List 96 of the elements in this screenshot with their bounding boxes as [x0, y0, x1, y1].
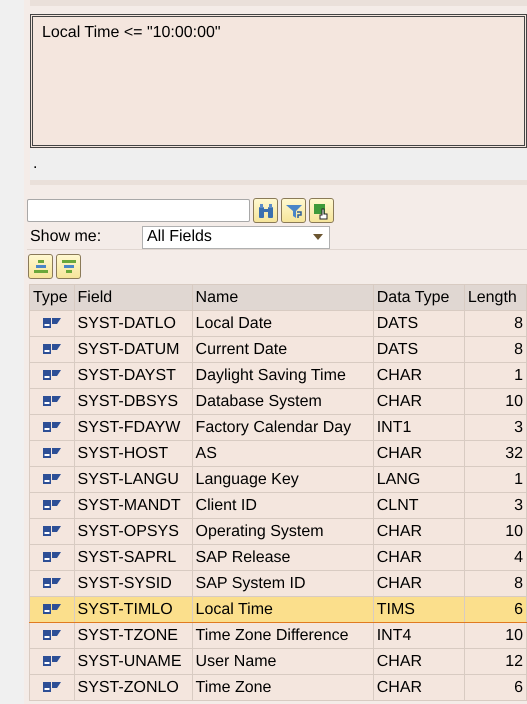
data-type-cell: INT4	[373, 622, 464, 648]
field-cell: SYST-LANGU	[74, 466, 192, 492]
data-type-cell: CHAR	[373, 440, 464, 466]
data-type-cell: CHAR	[373, 674, 464, 700]
name-cell: AS	[192, 440, 374, 466]
field-cell: SYST-DATLO	[74, 310, 192, 336]
status-text: .	[33, 154, 38, 174]
field-type-icon	[42, 344, 61, 354]
name-cell: SAP System ID	[192, 570, 374, 596]
condition-text: Local Time <= "10:00:00"	[42, 24, 221, 41]
field-type-icon	[42, 630, 61, 640]
field-cell: SYST-HOST	[74, 440, 192, 466]
length-cell: 10	[464, 388, 526, 414]
name-cell: Local Date	[192, 310, 374, 336]
field-type-icon	[42, 448, 61, 458]
data-type-cell: CLNT	[373, 492, 464, 518]
field-cell: SYST-ZONLO	[74, 674, 192, 700]
length-cell: 4	[464, 544, 526, 570]
layout-bars-icon	[32, 258, 50, 276]
name-cell: Time Zone	[192, 674, 374, 700]
column-header[interactable]: Type	[30, 284, 74, 310]
name-cell: Client ID	[192, 492, 374, 518]
data-type-cell: CHAR	[373, 570, 464, 596]
data-type-cell: TIMS	[373, 596, 464, 622]
filter-button[interactable]	[281, 198, 306, 223]
field-type-icon	[42, 552, 61, 562]
data-type-cell: DATS	[373, 336, 464, 362]
name-cell: Factory Calendar Day	[192, 414, 374, 440]
field-cell: SYST-UNAME	[74, 648, 192, 674]
data-type-cell: CHAR	[373, 388, 464, 414]
field-type-icon	[42, 370, 61, 380]
field-type-icon	[42, 656, 61, 666]
length-cell: 1	[464, 466, 526, 492]
data-type-cell: CHAR	[373, 648, 464, 674]
length-cell: 12	[464, 648, 526, 674]
field-cell: SYST-DBSYS	[74, 388, 192, 414]
field-cell: SYST-SYSID	[74, 570, 192, 596]
collapse-button[interactable]	[56, 254, 81, 279]
field-type-icon	[42, 422, 61, 432]
layout-bars-icon	[60, 258, 78, 276]
name-cell: Time Zone Difference	[192, 622, 374, 648]
expand-button[interactable]	[28, 254, 53, 279]
select-button[interactable]	[309, 198, 334, 223]
data-type-cell: CHAR	[373, 544, 464, 570]
dropdown-caret-icon	[313, 234, 323, 240]
name-cell: Database System	[192, 388, 374, 414]
name-cell: User Name	[192, 648, 374, 674]
length-cell: 6	[464, 674, 526, 700]
field-type-icon	[42, 474, 61, 484]
length-cell: 8	[464, 336, 526, 362]
length-cell: 32	[464, 440, 526, 466]
field-type-icon	[42, 682, 61, 692]
dropdown-value: All Fields	[147, 227, 212, 247]
search-field[interactable]	[27, 199, 250, 222]
find-button[interactable]	[253, 198, 278, 223]
length-cell: 3	[464, 414, 526, 440]
data-type-cell: CHAR	[373, 362, 464, 388]
data-type-cell: DATS	[373, 310, 464, 336]
field-cell: SYST-SAPRL	[74, 544, 192, 570]
field-cell: SYST-FDAYW	[74, 414, 192, 440]
field-cell: SYST-TIMLO	[74, 596, 192, 622]
field-type-icon	[42, 526, 61, 536]
field-type-icon	[42, 604, 61, 614]
binoculars-icon	[256, 202, 274, 220]
column-header[interactable]: Length	[464, 284, 526, 310]
column-header[interactable]: Data Type	[373, 284, 464, 310]
length-cell: 10	[464, 518, 526, 544]
field-type-icon	[42, 500, 61, 510]
length-cell: 3	[464, 492, 526, 518]
field-cell: SYST-DAYST	[74, 362, 192, 388]
show-me-dropdown[interactable]: All Fields	[142, 226, 330, 248]
name-cell: Operating System	[192, 518, 374, 544]
name-cell: Language Key	[192, 466, 374, 492]
length-cell: 8	[464, 570, 526, 596]
length-cell: 1	[464, 362, 526, 388]
name-cell: Daylight Saving Time	[192, 362, 374, 388]
data-type-cell: LANG	[373, 466, 464, 492]
name-cell: Current Date	[192, 336, 374, 362]
data-type-cell: CHAR	[373, 518, 464, 544]
field-cell: SYST-MANDT	[74, 492, 192, 518]
length-cell: 8	[464, 310, 526, 336]
length-cell: 6	[464, 596, 526, 622]
column-header[interactable]: Name	[192, 284, 374, 310]
field-cell: SYST-DATUM	[74, 336, 192, 362]
length-cell: 10	[464, 622, 526, 648]
show-me-label: Show me:	[29, 227, 102, 247]
pointer-hand-icon	[312, 202, 330, 220]
field-cell: SYST-OPSYS	[74, 518, 192, 544]
name-cell: SAP Release	[192, 544, 374, 570]
field-type-icon	[42, 318, 61, 328]
field-cell: SYST-TZONE	[74, 622, 192, 648]
field-type-icon	[42, 396, 61, 406]
field-type-icon	[42, 578, 61, 588]
column-header[interactable]: Field	[74, 284, 192, 310]
name-cell: Local Time	[192, 596, 374, 622]
data-type-cell: INT1	[373, 414, 464, 440]
